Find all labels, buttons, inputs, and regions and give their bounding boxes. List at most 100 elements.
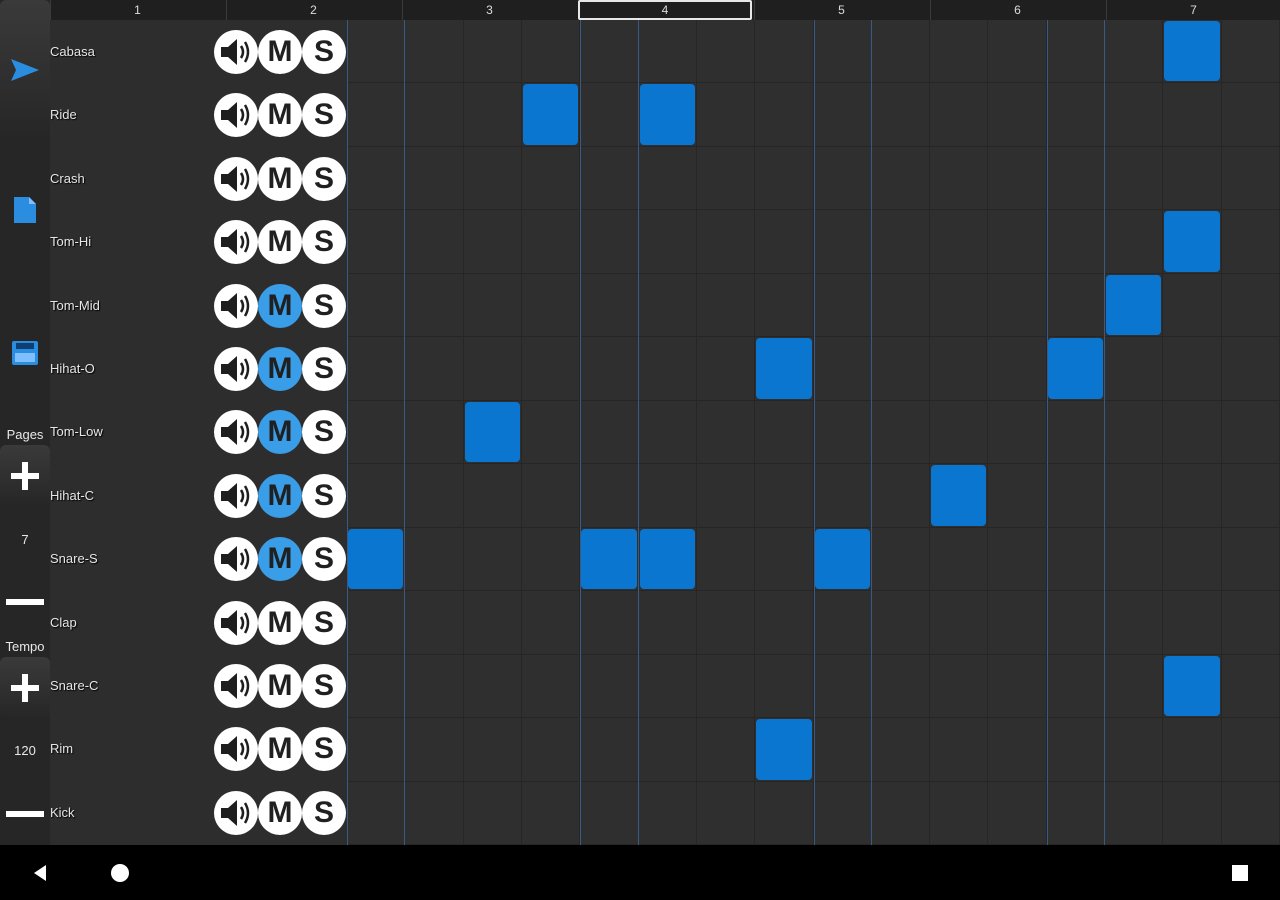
track-name[interactable]: Cabasa bbox=[50, 20, 210, 83]
track-volume-button[interactable] bbox=[214, 283, 258, 328]
step-cell[interactable] bbox=[347, 464, 406, 528]
step-cell[interactable] bbox=[580, 337, 639, 401]
track-volume-button[interactable] bbox=[214, 410, 258, 455]
step-cell[interactable] bbox=[405, 400, 464, 465]
step-cell[interactable] bbox=[347, 527, 406, 592]
step-cell[interactable] bbox=[347, 273, 406, 338]
tempo-decrease-button[interactable] bbox=[0, 797, 50, 831]
step-cell[interactable] bbox=[1163, 591, 1222, 655]
step-cell[interactable] bbox=[696, 464, 756, 528]
step-cell[interactable] bbox=[580, 464, 639, 528]
track-name[interactable]: Hihat-O bbox=[50, 337, 210, 400]
track-solo-button[interactable]: S bbox=[302, 664, 346, 708]
track-volume-button[interactable] bbox=[214, 664, 258, 708]
step-cell[interactable] bbox=[580, 591, 639, 655]
step-cell[interactable] bbox=[1163, 464, 1222, 528]
step-cell[interactable] bbox=[405, 718, 464, 782]
track-name[interactable]: Snare-S bbox=[50, 527, 210, 590]
step-cell[interactable] bbox=[638, 400, 697, 465]
step-cell[interactable] bbox=[813, 527, 872, 592]
step-cell[interactable] bbox=[1163, 527, 1222, 592]
track-volume-button[interactable] bbox=[214, 727, 258, 772]
step-cell[interactable] bbox=[521, 591, 581, 655]
step-cell[interactable] bbox=[521, 654, 581, 719]
step-cell[interactable] bbox=[871, 781, 931, 845]
step-cell[interactable] bbox=[405, 83, 464, 147]
track-name[interactable]: Kick bbox=[50, 781, 210, 844]
step-cell[interactable] bbox=[930, 781, 989, 845]
step-cell[interactable] bbox=[463, 83, 522, 147]
step-cell[interactable] bbox=[813, 464, 872, 528]
step-cell[interactable] bbox=[930, 464, 989, 528]
step-cell[interactable] bbox=[521, 464, 581, 528]
step-cell[interactable] bbox=[696, 781, 756, 845]
track-solo-button[interactable]: S bbox=[302, 220, 346, 265]
step-cell[interactable] bbox=[1046, 718, 1106, 782]
step-cell[interactable] bbox=[930, 83, 989, 147]
step-cell[interactable] bbox=[871, 527, 931, 592]
track-solo-button[interactable]: S bbox=[302, 93, 346, 138]
step-cell[interactable] bbox=[1221, 591, 1280, 655]
track-volume-button[interactable] bbox=[214, 347, 258, 391]
track-mute-button[interactable]: M bbox=[258, 727, 302, 772]
page-tab-7[interactable]: 7 bbox=[1106, 0, 1280, 20]
step-cell[interactable] bbox=[463, 781, 522, 845]
step-cell[interactable] bbox=[1221, 464, 1280, 528]
step-cell[interactable] bbox=[463, 210, 522, 274]
step-cell[interactable] bbox=[347, 654, 406, 719]
step-cell[interactable] bbox=[1105, 464, 1164, 528]
file-button[interactable] bbox=[0, 180, 50, 240]
page-tab-6[interactable]: 6 bbox=[930, 0, 1104, 20]
step-cell[interactable] bbox=[988, 654, 1047, 719]
step-cell[interactable] bbox=[521, 337, 581, 401]
step-cell[interactable] bbox=[813, 83, 872, 147]
play-button[interactable] bbox=[0, 0, 50, 140]
step-cell[interactable] bbox=[580, 781, 639, 845]
step-cell[interactable] bbox=[871, 464, 931, 528]
step-cell[interactable] bbox=[930, 20, 989, 84]
track-mute-button[interactable]: M bbox=[258, 664, 302, 708]
nav-back-button[interactable] bbox=[10, 845, 70, 900]
track-mute-button[interactable]: M bbox=[258, 537, 302, 582]
step-cell[interactable] bbox=[638, 781, 697, 845]
page-tab-3[interactable]: 3 bbox=[402, 0, 576, 20]
step-cell[interactable] bbox=[988, 146, 1047, 211]
step-cell[interactable] bbox=[930, 337, 989, 401]
step-cell[interactable] bbox=[1163, 146, 1222, 211]
step-cell[interactable] bbox=[696, 210, 756, 274]
step-cell[interactable] bbox=[813, 146, 872, 211]
track-name[interactable]: Snare-C bbox=[50, 654, 210, 717]
step-cell[interactable] bbox=[1163, 654, 1222, 719]
step-cell[interactable] bbox=[1046, 146, 1106, 211]
step-cell[interactable] bbox=[463, 591, 522, 655]
track-name[interactable]: Crash bbox=[50, 147, 210, 210]
step-cell[interactable] bbox=[463, 718, 522, 782]
step-cell[interactable] bbox=[638, 591, 697, 655]
step-cell[interactable] bbox=[696, 337, 756, 401]
step-cell[interactable] bbox=[696, 654, 756, 719]
step-cell[interactable] bbox=[930, 273, 989, 338]
track-name[interactable]: Clap bbox=[50, 591, 210, 654]
step-cell[interactable] bbox=[755, 400, 814, 465]
step-cell[interactable] bbox=[1163, 83, 1222, 147]
step-cell[interactable] bbox=[1105, 400, 1164, 465]
track-solo-button[interactable]: S bbox=[302, 790, 346, 835]
step-cell[interactable] bbox=[1046, 464, 1106, 528]
step-cell[interactable] bbox=[813, 718, 872, 782]
step-cell[interactable] bbox=[463, 654, 522, 719]
step-cell[interactable] bbox=[580, 527, 639, 592]
step-cell[interactable] bbox=[988, 400, 1047, 465]
step-cell[interactable] bbox=[755, 527, 814, 592]
step-cell[interactable] bbox=[930, 718, 989, 782]
track-volume-button[interactable] bbox=[214, 790, 258, 835]
track-name[interactable]: Tom-Hi bbox=[50, 210, 210, 273]
step-cell[interactable] bbox=[871, 20, 931, 84]
step-cell[interactable] bbox=[871, 400, 931, 465]
track-volume-button[interactable] bbox=[214, 30, 258, 74]
step-cell[interactable] bbox=[813, 273, 872, 338]
step-cell[interactable] bbox=[988, 20, 1047, 84]
track-mute-button[interactable]: M bbox=[258, 347, 302, 391]
step-cell[interactable] bbox=[1046, 20, 1106, 84]
step-cell[interactable] bbox=[1105, 83, 1164, 147]
step-cell[interactable] bbox=[813, 337, 872, 401]
